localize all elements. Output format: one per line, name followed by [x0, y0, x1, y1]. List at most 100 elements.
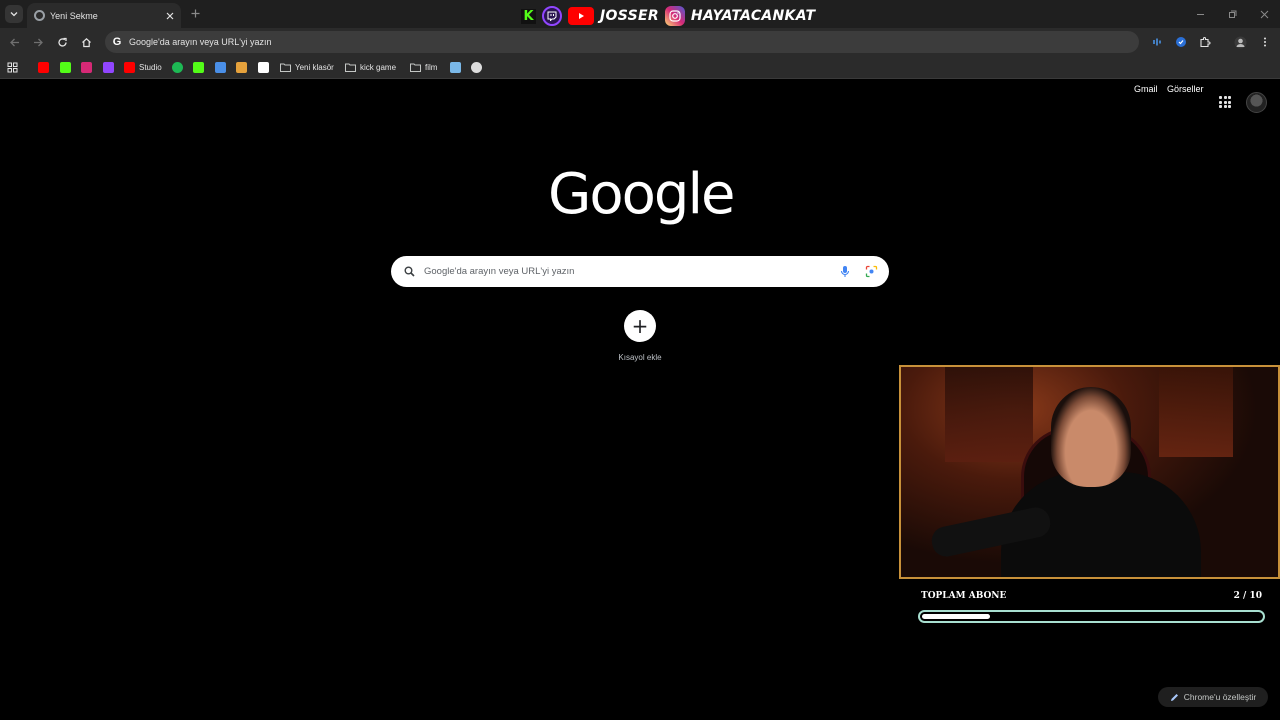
- toolbar: G Google'da arayın veya URL'yi yazın: [0, 28, 1280, 55]
- folder-icon: [410, 62, 421, 73]
- arrow-left-icon: [9, 38, 19, 46]
- back-button[interactable]: [5, 33, 23, 51]
- bookmark-item[interactable]: [81, 59, 92, 75]
- apps-shortcut[interactable]: [7, 59, 18, 75]
- extensions-button[interactable]: [1196, 33, 1214, 51]
- extension-button[interactable]: [1172, 33, 1190, 51]
- youtube-icon: [568, 7, 594, 25]
- reload-icon: [57, 37, 67, 47]
- webcam-background-art: [1159, 367, 1233, 457]
- chrome-icon: [34, 10, 45, 21]
- chevron-down-icon: [10, 12, 18, 17]
- bookmark-item[interactable]: [450, 59, 461, 75]
- menu-button[interactable]: [1256, 33, 1274, 51]
- bookmark-item[interactable]: [193, 59, 204, 75]
- bookmark-item[interactable]: [38, 59, 49, 75]
- youtube-icon: [38, 61, 49, 73]
- search-icon: [404, 266, 415, 277]
- globe-icon: [471, 61, 482, 73]
- profile-button[interactable]: [1231, 33, 1249, 51]
- puzzle-icon: [1200, 36, 1211, 48]
- instagram-icon: [664, 6, 685, 26]
- shield-icon: [1176, 37, 1186, 47]
- bookmark-item[interactable]: Yeni klasör: [280, 59, 334, 75]
- reload-button[interactable]: [53, 33, 71, 51]
- bookmark-item[interactable]: [172, 59, 183, 75]
- overlay-handle-2: HAYATACANKAT: [690, 8, 816, 24]
- webcam-background-art: [945, 367, 1033, 462]
- address-bar[interactable]: G Google'da arayın veya URL'yi yazın: [105, 31, 1139, 53]
- more-vert-icon: [1264, 37, 1266, 47]
- home-icon: [81, 37, 91, 47]
- lens-search-button[interactable]: [863, 264, 879, 280]
- bookmark-item[interactable]: kick game: [345, 59, 396, 75]
- tab-strip: Yeni Sekme K JOSSER HAYATACANKAT: [0, 0, 1280, 28]
- bookmark-item[interactable]: [236, 59, 247, 75]
- close-icon: [1260, 10, 1268, 18]
- bookmark-item[interactable]: [215, 59, 226, 75]
- account-avatar[interactable]: [1246, 92, 1267, 113]
- app-icon: [236, 61, 247, 73]
- pencil-icon: [1170, 693, 1178, 701]
- search-box[interactable]: Google'da arayın veya URL'yi yazın: [391, 256, 889, 287]
- twitch-icon: [542, 6, 562, 26]
- close-window-button[interactable]: [1248, 0, 1280, 28]
- bookmark-label: kick game: [360, 62, 397, 72]
- forward-button[interactable]: [29, 33, 47, 51]
- bookmark-label: film: [425, 62, 438, 72]
- diamond-icon: [258, 61, 269, 73]
- bookmarks-bar: Studio Yeni klasör kick game film: [0, 55, 1280, 79]
- tab-new-tab[interactable]: Yeni Sekme: [27, 3, 181, 28]
- image-icon: [450, 61, 461, 73]
- home-button[interactable]: [77, 33, 95, 51]
- kick-icon: [193, 61, 204, 73]
- spotify-icon: [172, 61, 183, 73]
- google-g-icon: G: [112, 36, 122, 48]
- subscriber-goal-bar: [918, 610, 1265, 623]
- bookmark-item[interactable]: [60, 59, 71, 75]
- google-logo: Google: [548, 162, 735, 227]
- window-controls: [1184, 0, 1280, 28]
- images-link[interactable]: Görseller: [1167, 84, 1204, 94]
- desktop-screen: Yeni Sekme K JOSSER HAYATACANKAT G Googl…: [0, 0, 1280, 720]
- bookmark-label: Studio: [139, 62, 162, 72]
- camera-lens-icon: [865, 265, 877, 278]
- youtube-studio-icon: [124, 61, 135, 73]
- customize-chrome-button[interactable]: Chrome'u özelleştir: [1158, 687, 1268, 707]
- bookmark-item[interactable]: Studio: [124, 59, 162, 75]
- kick-icon: K: [521, 8, 536, 24]
- close-tab-button[interactable]: [163, 9, 177, 23]
- customize-chrome-label: Chrome'u özelleştir: [1183, 692, 1257, 702]
- add-shortcut-label: Kısayol ekle: [618, 353, 662, 362]
- twitch-icon: [103, 61, 114, 73]
- bookmark-item[interactable]: [258, 59, 269, 75]
- apps-icon: [7, 62, 18, 72]
- bookmark-item[interactable]: film: [410, 59, 437, 75]
- stream-overlay-brand: K JOSSER HAYATACANKAT: [521, 5, 815, 27]
- webcam-feed: [899, 365, 1280, 579]
- sound-wave-icon: [1153, 38, 1161, 46]
- arrow-right-icon: [33, 38, 43, 46]
- add-shortcut-button[interactable]: +: [624, 310, 656, 342]
- tab-title: Yeni Sekme: [50, 10, 98, 21]
- bookmark-item[interactable]: [103, 59, 114, 75]
- address-bar-text: Google'da arayın veya URL'yi yazın: [129, 37, 272, 47]
- folder-icon: [345, 62, 356, 73]
- bookmark-item[interactable]: [471, 59, 482, 75]
- bookmark-label: Yeni klasör: [295, 62, 334, 72]
- new-tab-page: Gmail Görseller Google Google'da arayın …: [0, 80, 1280, 720]
- instagram-icon: [81, 61, 92, 73]
- voice-search-button[interactable]: [837, 264, 853, 280]
- google-apps-button[interactable]: [1219, 96, 1231, 108]
- webcam-person-head: [1051, 387, 1131, 487]
- new-tab-button[interactable]: [188, 6, 202, 20]
- microphone-icon: [840, 266, 850, 277]
- restore-button[interactable]: [1216, 0, 1248, 28]
- extension-button[interactable]: [1148, 33, 1166, 51]
- close-icon: [166, 12, 174, 19]
- tab-search-button[interactable]: [5, 5, 23, 23]
- minimize-button[interactable]: [1184, 0, 1216, 28]
- overlay-handle-1: JOSSER: [600, 8, 659, 24]
- gmail-link[interactable]: Gmail: [1134, 84, 1158, 94]
- plus-icon: [191, 9, 199, 17]
